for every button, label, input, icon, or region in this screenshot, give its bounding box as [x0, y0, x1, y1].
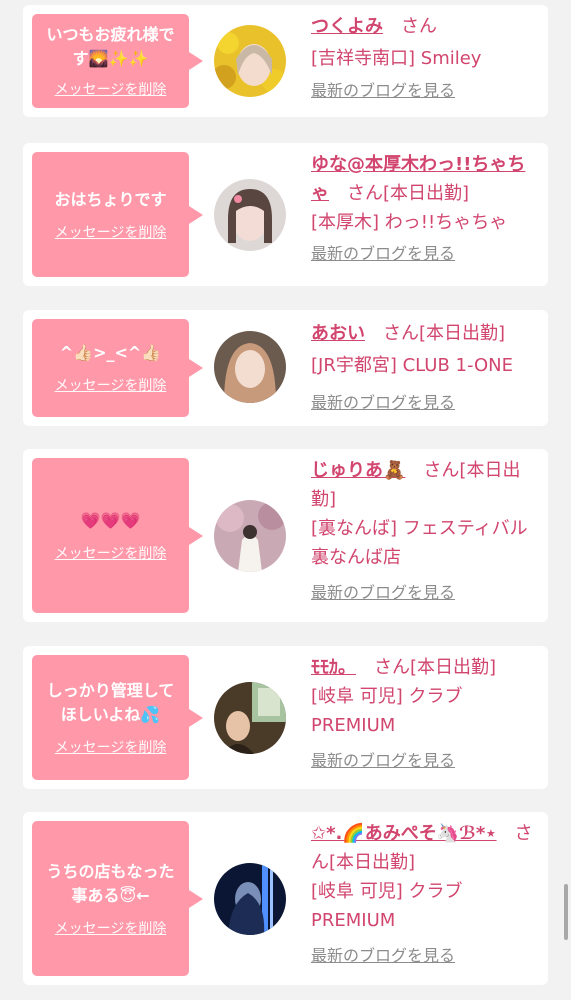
girl-name-link[interactable]: じゅりあ🧸	[311, 460, 405, 481]
latest-blog-link[interactable]: 最新のブログを見る	[311, 578, 455, 607]
message-text: ^👍🏻>_<^👍🏻	[59, 343, 162, 362]
avatar-photo-icon	[214, 500, 286, 572]
avatar-photo-icon	[214, 179, 286, 251]
avatar[interactable]	[214, 179, 286, 251]
message-card: しっかり管理してほしいよね💦 メッセージを削除 ﾓﾓｶ。 さん[本日出勤] [岐阜…	[23, 646, 548, 789]
delete-message-link[interactable]: メッセージを削除	[55, 543, 167, 563]
delete-message-link[interactable]: メッセージを削除	[55, 918, 167, 938]
shop-name: [吉祥寺南口] Smiley	[311, 48, 482, 69]
delete-message-link[interactable]: メッセージを削除	[55, 737, 167, 757]
honorific: さん[本日出勤]	[347, 183, 470, 204]
message-card: いつもお疲れ様です🌄✨✨ メッセージを削除 つくよみ さん [吉祥寺南口] Smi…	[23, 5, 548, 117]
message-card: 💗💗💗 メッセージを削除 じゅりあ🧸 さん[本日出勤] [裏なんば] フェスティバ…	[23, 449, 548, 622]
message-text: しっかり管理してほしいよね💦	[46, 680, 175, 724]
latest-blog-link[interactable]: 最新のブログを見る	[311, 76, 455, 105]
message-bubble: いつもお疲れ様です🌄✨✨ メッセージを削除	[32, 14, 203, 108]
message-text: いつもお疲れ様です🌄✨✨	[46, 25, 175, 68]
avatar[interactable]	[214, 500, 286, 572]
avatar-photo-icon	[214, 331, 286, 403]
honorific: さん	[401, 16, 437, 37]
message-card: ^👍🏻>_<^👍🏻 メッセージを削除 あおい さん[本日出勤] [JR宇都宮] C…	[23, 310, 548, 426]
girl-name-link[interactable]: つくよみ	[311, 16, 383, 37]
avatar[interactable]	[214, 331, 286, 403]
girl-info: じゅりあ🧸 さん[本日出勤] [裏なんば] フェスティバル裏なんば店 最新のブログ…	[311, 456, 536, 607]
avatar[interactable]	[214, 682, 286, 754]
girl-info: つくよみ さん [吉祥寺南口] Smiley 最新のブログを見る	[311, 12, 536, 105]
message-card: おはちょりです メッセージを削除 ゆな@本厚木わっ!!ちゃちゃ さん[本日出勤] …	[23, 143, 548, 286]
shop-name: [岐阜 可児] クラブPREMIUM	[311, 881, 463, 931]
girl-info: ﾓﾓｶ。 さん[本日出勤] [岐阜 可児] クラブPREMIUM 最新のブログを見…	[311, 653, 536, 775]
delete-message-link[interactable]: メッセージを削除	[55, 222, 167, 242]
latest-blog-link[interactable]: 最新のブログを見る	[311, 388, 455, 417]
shop-name: [JR宇都宮] CLUB 1-ONE	[311, 355, 513, 376]
message-text: 💗💗💗	[80, 510, 141, 530]
honorific: さん[本日出勤]	[374, 657, 497, 678]
honorific: さん[本日出勤]	[383, 323, 506, 344]
scrollbar[interactable]	[564, 884, 568, 940]
girl-name-link[interactable]: ✩*.🌈あみぺそ🦄ℬ*⋆	[311, 823, 497, 844]
delete-message-link[interactable]: メッセージを削除	[55, 375, 167, 395]
girl-info: ゆな@本厚木わっ!!ちゃちゃ さん[本日出勤] [本厚木] わっ!!ちゃちゃ 最新…	[311, 150, 536, 268]
shop-name: [本厚木] わっ!!ちゃちゃ	[311, 212, 508, 233]
message-bubble: ^👍🏻>_<^👍🏻 メッセージを削除	[32, 319, 203, 417]
message-text: うちの店もなった事ある😇←	[46, 861, 175, 905]
shop-name: [裏なんば] フェスティバル裏なんば店	[311, 518, 528, 568]
latest-blog-link[interactable]: 最新のブログを見る	[311, 746, 455, 775]
avatar[interactable]	[214, 863, 286, 935]
avatar-photo-icon	[214, 682, 286, 754]
shop-name: [岐阜 可児] クラブPREMIUM	[311, 686, 463, 736]
message-bubble: うちの店もなった事ある😇← メッセージを削除	[32, 821, 203, 976]
message-bubble: おはちょりです メッセージを削除	[32, 152, 203, 277]
avatar[interactable]	[214, 25, 286, 97]
message-bubble: 💗💗💗 メッセージを削除	[32, 458, 203, 613]
latest-blog-link[interactable]: 最新のブログを見る	[311, 941, 455, 970]
message-card: うちの店もなった事ある😇← メッセージを削除 ✩*.🌈あみぺそ🦄ℬ*⋆ さん[本日…	[23, 812, 548, 985]
girl-name-link[interactable]: ﾓﾓｶ。	[311, 657, 356, 678]
avatar-photo-icon	[214, 25, 286, 97]
delete-message-link[interactable]: メッセージを削除	[55, 79, 167, 99]
avatar-photo-icon	[214, 863, 286, 935]
girl-info: あおい さん[本日出勤] [JR宇都宮] CLUB 1-ONE 最新のブログを見る	[311, 319, 536, 417]
girl-info: ✩*.🌈あみぺそ🦄ℬ*⋆ さん[本日出勤] [岐阜 可児] クラブPREMIUM …	[311, 819, 536, 970]
girl-name-link[interactable]: あおい	[311, 323, 365, 344]
message-text: おはちょりです	[54, 189, 167, 209]
latest-blog-link[interactable]: 最新のブログを見る	[311, 239, 455, 268]
message-bubble: しっかり管理してほしいよね💦 メッセージを削除	[32, 655, 203, 780]
